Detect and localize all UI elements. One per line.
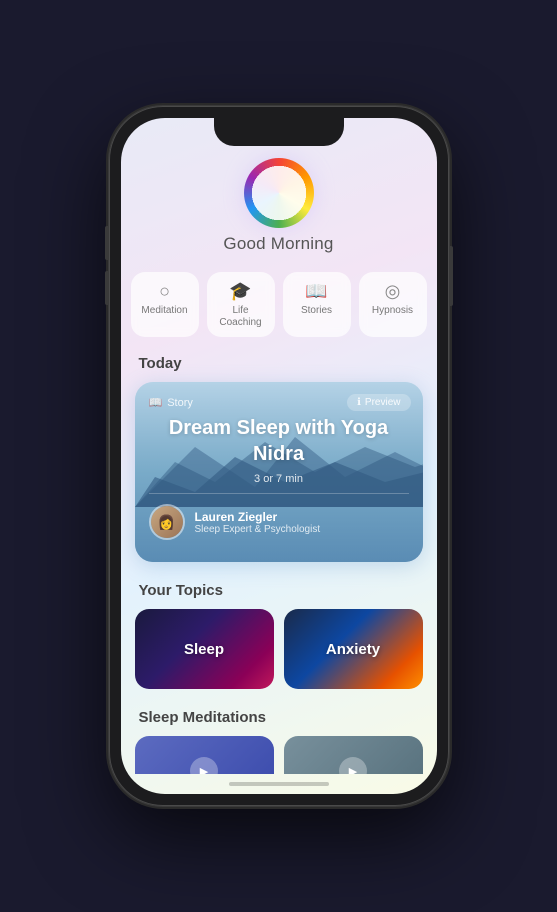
category-hypnosis[interactable]: ◎ Hypnosis (359, 272, 427, 337)
life-coaching-label: Life Coaching (215, 305, 267, 329)
play-button-2[interactable]: ▶ (339, 757, 367, 774)
avatar-image: 👩 (151, 506, 183, 538)
card-duration: 3 or 7 min (149, 473, 409, 485)
author-info: Lauren Ziegler Sleep Expert & Psychologi… (195, 510, 321, 535)
card-divider (149, 493, 409, 494)
topic-anxiety[interactable]: Anxiety (284, 609, 423, 689)
meditation-card-1[interactable]: ▶ (135, 736, 274, 774)
today-card[interactable]: ℹ Preview 📖 Story Dream Sleep with Yoga … (135, 382, 423, 562)
meditation-label: Meditation (141, 305, 187, 317)
preview-icon: ℹ (357, 397, 361, 408)
play-button-1[interactable]: ▶ (190, 757, 218, 774)
category-life-coaching[interactable]: 🎓 Life Coaching (207, 272, 275, 337)
story-icon: 📖 (149, 396, 163, 409)
volume-up-button (105, 226, 109, 260)
hypnosis-icon: ◎ (385, 282, 401, 300)
meditation-icon: ○ (159, 282, 170, 300)
home-bar (229, 782, 329, 786)
volume-down-button (105, 271, 109, 305)
phone-screen: Good Morning ○ Meditation 🎓 Life Coachin… (121, 118, 437, 794)
category-meditation[interactable]: ○ Meditation (131, 272, 199, 337)
categories-row: ○ Meditation 🎓 Life Coaching 📖 Stories ◎… (121, 272, 437, 337)
life-coaching-icon: 🎓 (229, 282, 251, 300)
rainbow-circle-wrapper (121, 158, 437, 228)
card-title: Dream Sleep with Yoga Nidra (149, 415, 409, 467)
meditation-card-2[interactable]: ▶ (284, 736, 423, 774)
greeting-text: Good Morning (121, 234, 437, 254)
phone-notch (214, 118, 344, 146)
sleep-meditation-row: ▶ ▶ (121, 736, 437, 774)
power-button (449, 246, 453, 306)
today-heading: Today (121, 355, 437, 372)
main-scroll-area[interactable]: Good Morning ○ Meditation 🎓 Life Coachin… (121, 118, 437, 774)
author-title-text: Sleep Expert & Psychologist (195, 524, 321, 535)
stories-label: Stories (301, 305, 332, 317)
sleep-meditations-heading: Sleep Meditations (121, 709, 437, 726)
home-indicator (121, 774, 437, 794)
topic-sleep[interactable]: Sleep (135, 609, 274, 689)
category-stories[interactable]: 📖 Stories (283, 272, 351, 337)
stories-icon: 📖 (305, 282, 327, 300)
sleep-topic-label: Sleep (184, 641, 224, 658)
author-name: Lauren Ziegler (195, 510, 321, 524)
preview-badge[interactable]: ℹ Preview (347, 394, 410, 411)
phone-frame: Good Morning ○ Meditation 🎓 Life Coachin… (109, 106, 449, 806)
hypnosis-label: Hypnosis (372, 305, 413, 317)
topics-heading: Your Topics (121, 582, 437, 599)
preview-label: Preview (365, 397, 401, 408)
card-author: 👩 Lauren Ziegler Sleep Expert & Psycholo… (149, 504, 409, 554)
author-avatar: 👩 (149, 504, 185, 540)
anxiety-topic-label: Anxiety (326, 641, 380, 658)
topics-grid: Sleep Anxiety (121, 609, 437, 689)
rainbow-circle-icon (244, 158, 314, 228)
